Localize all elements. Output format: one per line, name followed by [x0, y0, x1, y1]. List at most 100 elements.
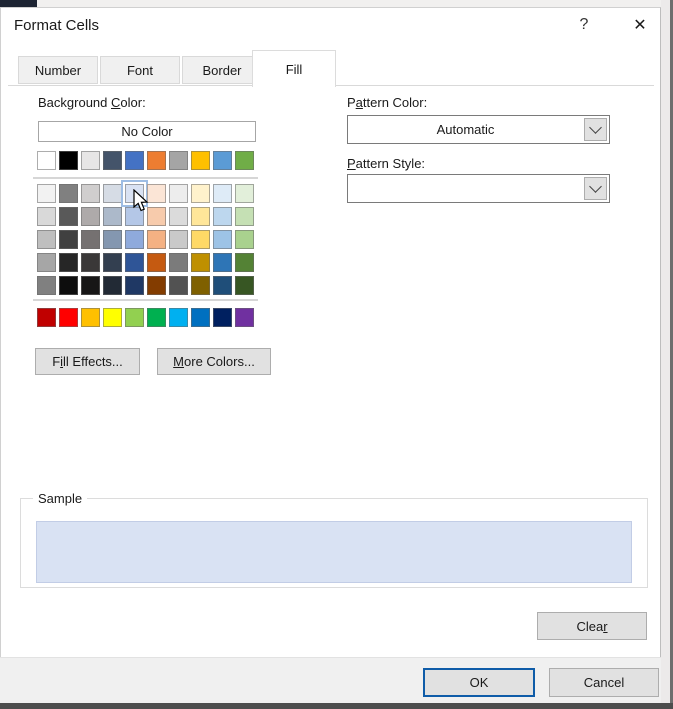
color-swatch[interactable]	[125, 151, 144, 170]
pattern-style-dropdown[interactable]	[347, 174, 610, 203]
color-swatch[interactable]	[235, 253, 254, 272]
tab-font[interactable]: Font	[100, 56, 180, 84]
color-swatch[interactable]	[169, 308, 188, 327]
color-swatch[interactable]	[213, 276, 232, 295]
color-swatch[interactable]	[103, 276, 122, 295]
color-swatch[interactable]	[147, 308, 166, 327]
color-swatch[interactable]	[37, 151, 56, 170]
color-swatch[interactable]	[235, 308, 254, 327]
color-swatch[interactable]	[235, 151, 254, 170]
color-swatch[interactable]	[59, 151, 78, 170]
color-swatch[interactable]	[103, 308, 122, 327]
sample-preview	[36, 521, 632, 583]
color-swatch[interactable]	[81, 207, 100, 226]
color-swatch[interactable]	[103, 151, 122, 170]
color-swatch[interactable]	[191, 207, 210, 226]
color-swatch[interactable]	[125, 253, 144, 272]
background-color-label: Background Color:	[38, 95, 146, 110]
pattern-color-value: Automatic	[436, 122, 495, 137]
color-swatch[interactable]	[169, 230, 188, 249]
color-swatch[interactable]	[147, 151, 166, 170]
color-swatch[interactable]	[81, 151, 100, 170]
color-swatch[interactable]	[213, 184, 232, 203]
fill-effects-button[interactable]: Fi ll Effects...	[35, 348, 140, 375]
more-colors-button[interactable]: More Colors...	[157, 348, 271, 375]
color-swatch[interactable]	[81, 184, 100, 203]
tab-border-label: Border	[202, 62, 242, 78]
color-swatch[interactable]	[235, 230, 254, 249]
color-swatch[interactable]	[169, 207, 188, 226]
color-swatch[interactable]	[191, 151, 210, 170]
color-swatch[interactable]	[125, 308, 144, 327]
color-swatch[interactable]	[169, 151, 188, 170]
help-button[interactable]: ?	[572, 13, 596, 37]
color-swatch[interactable]	[235, 276, 254, 295]
color-swatch[interactable]	[37, 308, 56, 327]
color-swatch[interactable]	[59, 308, 78, 327]
color-swatch[interactable]	[147, 253, 166, 272]
color-swatch[interactable]	[191, 308, 210, 327]
color-swatch[interactable]	[213, 308, 232, 327]
mouse-cursor-icon	[133, 189, 149, 212]
color-swatch[interactable]	[81, 230, 100, 249]
palette-divider-bottom	[33, 299, 258, 301]
clear-button[interactable]: Clea r	[537, 612, 647, 640]
no-color-button[interactable]: No Color	[38, 121, 256, 142]
tab-border[interactable]: Border	[182, 56, 262, 84]
color-swatch[interactable]	[59, 276, 78, 295]
variant-row	[37, 276, 254, 295]
color-swatch[interactable]	[103, 230, 122, 249]
color-swatch[interactable]	[191, 253, 210, 272]
no-color-label: No Color	[121, 124, 173, 139]
color-swatch[interactable]	[169, 184, 188, 203]
color-swatch[interactable]	[103, 253, 122, 272]
color-swatch[interactable]	[59, 184, 78, 203]
color-swatch[interactable]	[59, 253, 78, 272]
color-swatch[interactable]	[169, 276, 188, 295]
cancel-button[interactable]: Cancel	[549, 668, 659, 697]
color-swatch[interactable]	[235, 184, 254, 203]
color-swatch[interactable]	[81, 253, 100, 272]
color-swatch[interactable]	[103, 207, 122, 226]
color-swatch[interactable]	[191, 184, 210, 203]
pattern-color-dropdown[interactable]: Automatic	[347, 115, 610, 144]
pattern-style-value	[348, 175, 583, 202]
color-swatch[interactable]	[59, 207, 78, 226]
background-app-fragment	[0, 0, 37, 7]
chevron-down-icon	[589, 180, 602, 193]
color-swatch[interactable]	[37, 207, 56, 226]
color-swatch[interactable]	[103, 184, 122, 203]
close-icon[interactable]: ✕	[626, 12, 654, 38]
pattern-style-dropdown-button[interactable]	[584, 177, 607, 200]
color-swatch[interactable]	[37, 253, 56, 272]
color-swatch[interactable]	[81, 308, 100, 327]
color-swatch[interactable]	[213, 207, 232, 226]
chevron-down-icon	[589, 121, 602, 134]
color-swatch[interactable]	[235, 207, 254, 226]
color-swatch[interactable]	[125, 230, 144, 249]
tab-number[interactable]: Number	[18, 56, 98, 84]
variant-row	[37, 230, 254, 249]
color-swatch[interactable]	[191, 276, 210, 295]
color-swatch[interactable]	[213, 151, 232, 170]
color-swatch[interactable]	[59, 230, 78, 249]
tab-fill[interactable]: Fill	[252, 50, 336, 87]
pattern-style-label: Pattern Style:	[347, 156, 426, 171]
pattern-color-dropdown-button[interactable]	[584, 118, 607, 141]
color-swatch[interactable]	[37, 184, 56, 203]
color-swatch[interactable]	[191, 230, 210, 249]
color-swatch[interactable]	[81, 276, 100, 295]
color-swatch[interactable]	[213, 253, 232, 272]
color-swatch[interactable]	[37, 276, 56, 295]
color-swatch[interactable]	[147, 230, 166, 249]
background-app-bottom-bar	[0, 703, 673, 709]
color-swatch[interactable]	[147, 276, 166, 295]
color-swatch[interactable]	[125, 276, 144, 295]
background-app-right-strip	[661, 0, 670, 709]
color-swatch[interactable]	[37, 230, 56, 249]
palette-divider-top	[33, 177, 258, 179]
ok-button[interactable]: OK	[423, 668, 535, 697]
color-swatch[interactable]	[213, 230, 232, 249]
variant-row	[37, 253, 254, 272]
color-swatch[interactable]	[169, 253, 188, 272]
